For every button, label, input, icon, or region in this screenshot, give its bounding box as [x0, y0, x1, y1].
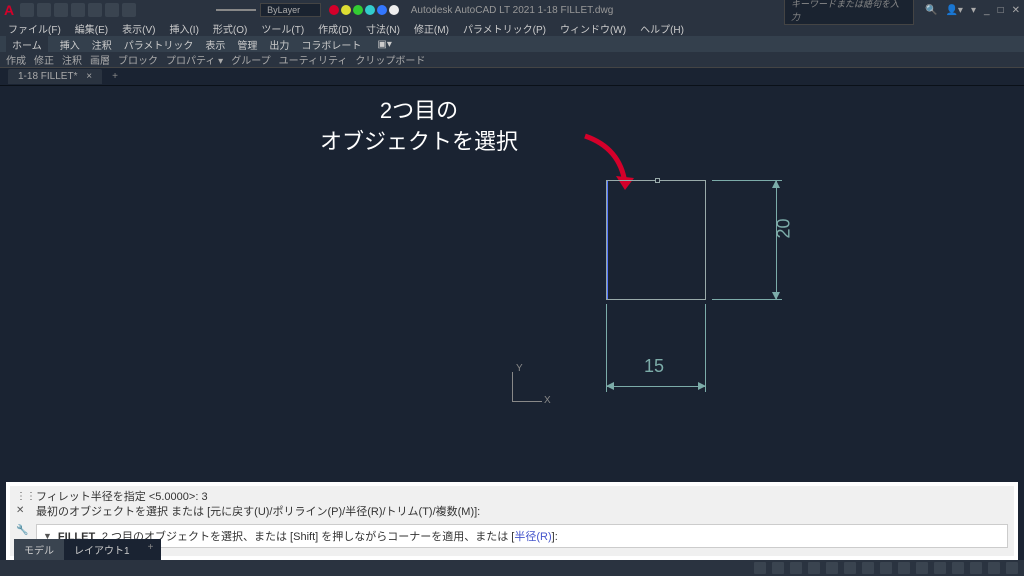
tab-annotate[interactable]: 注釈 — [92, 37, 112, 52]
menu-file[interactable]: ファイル(F) — [8, 21, 61, 36]
layout-tab-layout1[interactable]: レイアウト1 — [64, 539, 140, 560]
menu-view[interactable]: 表示(V) — [122, 21, 155, 36]
minimize-icon[interactable]: _ — [984, 5, 990, 16]
status-ortho-icon[interactable] — [808, 562, 820, 574]
layer-dropdown[interactable]: ByLayer — [260, 3, 321, 17]
panel-layers[interactable]: 画層 — [90, 52, 110, 67]
menu-format[interactable]: 形式(O) — [213, 21, 247, 36]
tab-collaborate[interactable]: コラボレート — [301, 37, 361, 52]
cmd-handle-icon[interactable]: ⋮⋮ — [16, 490, 34, 504]
drawing-rectangle[interactable] — [606, 180, 706, 300]
status-cycling-icon[interactable] — [916, 562, 928, 574]
color-green[interactable] — [353, 5, 363, 15]
tutorial-annotation: 2つ目の オブジェクトを選択 — [320, 96, 518, 158]
signin-icon[interactable]: 👤▾ — [945, 5, 962, 16]
status-otrack-icon[interactable] — [862, 562, 874, 574]
menu-edit[interactable]: 編集(E) — [75, 21, 108, 36]
layout-tabs: モデル レイアウト1 + — [14, 539, 161, 560]
search-icon[interactable]: 🔍 — [925, 5, 937, 16]
qat-save-icon[interactable] — [54, 3, 68, 17]
menu-tools[interactable]: ツール(T) — [261, 21, 304, 36]
status-polar-icon[interactable] — [826, 562, 838, 574]
tab-insert[interactable]: 挿入 — [60, 37, 80, 52]
quick-access-toolbar — [20, 3, 136, 17]
help-icon[interactable]: ▾ — [971, 5, 976, 16]
linetype-preview — [216, 9, 256, 11]
dim-v-value: 20 — [774, 218, 795, 238]
drawing-canvas[interactable]: 2つ目の オブジェクトを選択 20 15 Y X — [0, 86, 1024, 456]
add-layout-button[interactable]: + — [140, 539, 162, 560]
status-clean-icon[interactable] — [988, 562, 1000, 574]
status-customize-icon[interactable] — [1006, 562, 1018, 574]
status-transparency-icon[interactable] — [898, 562, 910, 574]
command-input[interactable]: ▼ FILLET 2 つ目のオブジェクトを選択、または [Shift] を押しな… — [36, 524, 1008, 548]
color-yellow[interactable] — [341, 5, 351, 15]
panel-properties[interactable]: プロパティ ▾ — [166, 52, 223, 67]
midpoint-grip[interactable] — [655, 178, 660, 183]
layout-tab-model[interactable]: モデル — [14, 539, 64, 560]
panel-draw[interactable]: 作成 — [6, 52, 26, 67]
cmd-history-line2: 最初のオブジェクトを選択 または [元に戻す(U)/ポリライン(P)/半径(R)… — [36, 505, 1008, 520]
window-controls: 🔍 👤▾ ▾ _ □ ✕ — [925, 5, 1020, 16]
maximize-icon[interactable]: □ — [998, 5, 1004, 16]
menu-dimension[interactable]: 寸法(N) — [366, 21, 400, 36]
menu-modify[interactable]: 修正(M) — [414, 21, 449, 36]
ribbon-panels: 作成 修正 注釈 画層 ブロック プロパティ ▾ グループ ユーティリティ クリ… — [0, 52, 1024, 68]
status-grid-icon[interactable] — [772, 562, 784, 574]
close-icon[interactable]: ✕ — [1012, 5, 1020, 16]
window-title: Autodesk AutoCAD LT 2021 1-18 FILLET.dwg — [411, 5, 614, 16]
qat-open-icon[interactable] — [37, 3, 51, 17]
cmd-history-line1: フィレット半径を指定 <5.0000>: 3 — [36, 490, 1008, 505]
doc-tab-current[interactable]: 1-18 FILLET* × — [8, 69, 102, 84]
qat-new-icon[interactable] — [20, 3, 34, 17]
cmd-settings-icon[interactable]: 🔧 — [16, 524, 34, 538]
menu-insert[interactable]: 挿入(I) — [169, 21, 198, 36]
tab-manage[interactable]: 管理 — [237, 37, 257, 52]
tab-home[interactable]: ホーム — [6, 36, 48, 53]
status-snap-icon[interactable] — [790, 562, 802, 574]
status-annoscale-icon[interactable] — [934, 562, 946, 574]
panel-groups[interactable]: グループ — [231, 52, 270, 67]
rectangle-selected-edge — [607, 181, 608, 299]
status-osnap-icon[interactable] — [844, 562, 856, 574]
panel-block[interactable]: ブロック — [118, 52, 158, 67]
new-tab-button[interactable]: + — [106, 69, 124, 84]
status-monitor-icon[interactable] — [970, 562, 982, 574]
ribbon-expand-icon[interactable]: ▣▾ — [377, 39, 391, 50]
qat-plot-icon[interactable] — [122, 3, 136, 17]
color-blue[interactable] — [377, 5, 387, 15]
panel-annotation[interactable]: 注釈 — [62, 52, 82, 67]
tab-parametric[interactable]: パラメトリック — [124, 37, 194, 52]
color-palette — [329, 5, 399, 15]
app-logo: A — [4, 2, 14, 18]
search-input[interactable]: キーワードまたは語句を入力 — [784, 0, 914, 25]
tab-close-icon[interactable]: × — [86, 71, 92, 82]
cmd-close-icon[interactable]: ✕ — [16, 504, 34, 518]
command-history: フィレット半径を指定 <5.0000>: 3 最初のオブジェクトを選択 または … — [36, 490, 1008, 520]
document-tabs: 1-18 FILLET* × + — [0, 68, 1024, 86]
qat-saveas-icon[interactable] — [71, 3, 85, 17]
menu-parametric[interactable]: パラメトリック(P) — [463, 21, 546, 36]
color-red[interactable] — [329, 5, 339, 15]
panel-clipboard[interactable]: クリップボード — [355, 52, 425, 67]
qat-undo-icon[interactable] — [88, 3, 102, 17]
status-bar — [0, 560, 1024, 576]
panel-utilities[interactable]: ユーティリティ — [279, 52, 348, 67]
status-workspace-icon[interactable] — [952, 562, 964, 574]
menu-help[interactable]: ヘルプ(H) — [640, 21, 684, 36]
color-white[interactable] — [389, 5, 399, 15]
panel-modify[interactable]: 修正 — [34, 52, 54, 67]
color-cyan[interactable] — [365, 5, 375, 15]
qat-redo-icon[interactable] — [105, 3, 119, 17]
status-lwt-icon[interactable] — [880, 562, 892, 574]
status-model-icon[interactable] — [754, 562, 766, 574]
dim-h-value: 15 — [644, 356, 664, 377]
menu-window[interactable]: ウィンドウ(W) — [560, 21, 626, 36]
layer-selector[interactable]: ByLayer — [216, 3, 399, 17]
tab-output[interactable]: 出力 — [269, 37, 289, 52]
menu-draw[interactable]: 作成(D) — [318, 21, 352, 36]
ribbon-tabs: ホーム 挿入 注釈 パラメトリック 表示 管理 出力 コラボレート ▣▾ — [0, 36, 1024, 52]
tab-view[interactable]: 表示 — [205, 37, 225, 52]
